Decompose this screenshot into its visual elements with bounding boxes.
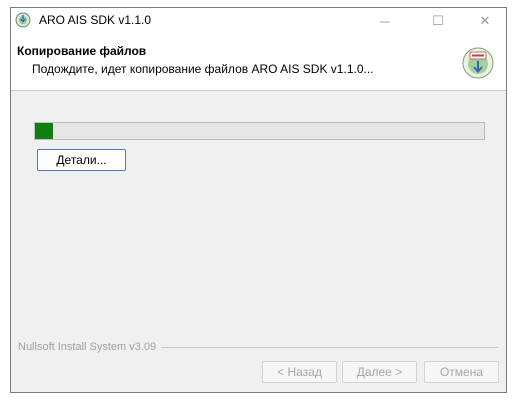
- minimize-icon: ─: [380, 13, 390, 29]
- page-header: Копирование файлов Подождите, идет копир…: [11, 34, 506, 91]
- maximize-icon: ☐: [432, 13, 444, 28]
- next-button[interactable]: Далее >: [342, 361, 417, 383]
- installer-disc-icon: [15, 12, 31, 28]
- close-icon: ✕: [479, 13, 491, 28]
- title-bar[interactable]: ARO AIS SDK v1.1.0 ─ ☐ ✕: [11, 8, 506, 34]
- page-subtitle: Подождите, идет копирование файлов ARO A…: [32, 62, 374, 76]
- details-button[interactable]: Детали...: [37, 149, 126, 171]
- installer-branding: Nullsoft Install System v3.09: [18, 341, 157, 353]
- page-title: Копирование файлов: [17, 44, 147, 58]
- back-button[interactable]: < Назад: [262, 361, 337, 383]
- maximize-button[interactable]: ☐: [415, 8, 461, 34]
- window-title: ARO AIS SDK v1.1.0: [39, 13, 152, 27]
- cancel-button[interactable]: Отмена: [424, 361, 499, 383]
- close-button[interactable]: ✕: [462, 8, 508, 34]
- minimize-button[interactable]: ─: [362, 8, 408, 34]
- installer-window: ARO AIS SDK v1.1.0 ─ ☐ ✕ Копирование фай…: [10, 7, 507, 393]
- footer-divider: [161, 347, 498, 348]
- install-badge-icon: [461, 46, 495, 80]
- progress-fill: [35, 123, 53, 139]
- progress-bar: [34, 122, 485, 140]
